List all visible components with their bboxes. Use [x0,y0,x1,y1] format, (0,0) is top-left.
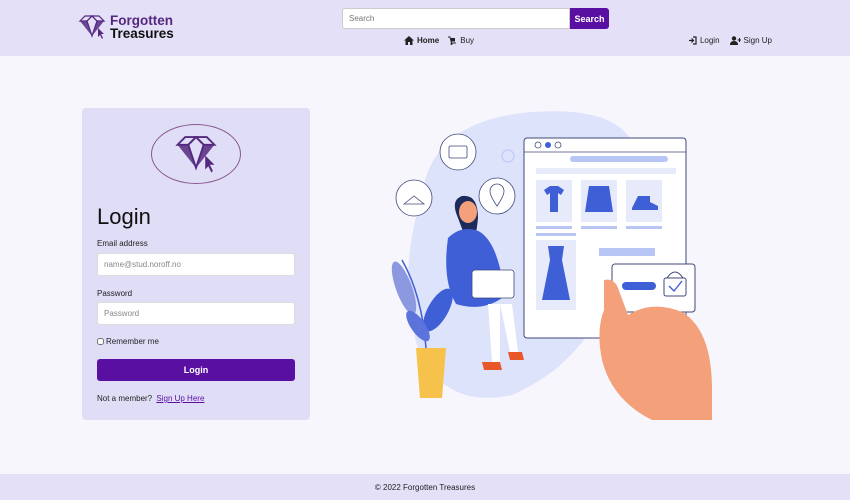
nav-signup-label: Sign Up [743,36,772,45]
password-field[interactable] [97,302,295,325]
nav-login-label: Login [699,36,720,45]
signup-link[interactable]: Sign Up Here [156,394,204,403]
user-plus-icon [729,36,741,45]
diamond-logo-icon [175,135,217,173]
diamond-logo-icon [78,15,106,39]
login-card: Login Email address Password Remember me… [82,108,310,420]
main-nav: Home Buy [404,36,474,45]
login-title: Login [97,204,151,229]
footer-copyright: © 2022 Forgotten Treasures [374,482,476,492]
remember-checkbox[interactable] [97,338,104,345]
dolly-icon [448,36,457,45]
nav-buy-label: Buy [460,36,475,45]
home-icon [404,36,414,45]
sign-in-icon [688,36,697,45]
nav-home-label: Home [417,36,440,45]
header: Forgotten Treasures Search Home Buy Logi… [0,0,850,56]
shopping-illustration [391,111,712,420]
card-logo [151,124,241,184]
search-input[interactable] [342,8,570,29]
login-button[interactable]: Login [97,359,295,381]
search-bar: Search [342,8,609,29]
nav-buy[interactable]: Buy [447,36,474,45]
logo-text: Forgotten Treasures [110,14,174,41]
nav-login[interactable]: Login [688,36,720,45]
logo[interactable]: Forgotten Treasures [78,14,174,40]
search-button[interactable]: Search [570,8,609,29]
remember-me[interactable]: Remember me [97,337,159,346]
auth-nav: Login Sign Up [688,36,772,45]
email-label: Email address [97,239,148,248]
nav-home[interactable]: Home [404,36,439,45]
remember-label: Remember me [106,337,159,346]
email-field[interactable] [97,253,295,276]
footer: © 2022 Forgotten Treasures [0,474,850,500]
signup-prompt: Not a member? Sign Up Here [97,394,204,403]
logo-line-2: Treasures [110,26,174,41]
member-text: Not a member? [97,394,153,403]
password-label: Password [97,289,133,298]
nav-signup[interactable]: Sign Up [729,36,772,45]
